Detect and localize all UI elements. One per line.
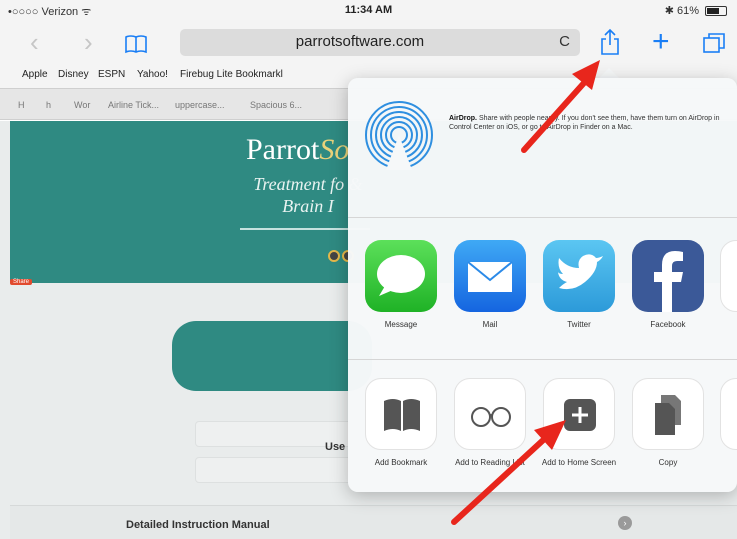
more-actions-peek[interactable] — [720, 378, 737, 450]
bookmark-link[interactable]: Disney — [58, 69, 89, 80]
action-label: Add to Home Screen — [541, 458, 617, 467]
twitter-icon — [543, 240, 615, 312]
share-to-facebook[interactable]: Facebook — [629, 240, 707, 330]
bookmark-link[interactable]: ESPN — [98, 69, 125, 80]
airdrop-body: Share with people nearby. If you don't s… — [449, 115, 720, 131]
plus-icon — [543, 378, 615, 450]
add-to-reading-list-action[interactable]: Add to Reading List — [451, 378, 529, 468]
add-bookmark-action[interactable]: Add Bookmark — [362, 378, 440, 468]
share-button[interactable]: Share — [10, 279, 33, 285]
manual-label: Detailed Instruction Manual — [126, 519, 270, 531]
status-bar: •○○○○ Verizon ᯤ 11:34 AM ✱ 61% — [0, 0, 737, 22]
message-icon — [365, 240, 437, 312]
social-icon[interactable] — [328, 250, 340, 262]
copy-icon — [632, 378, 704, 450]
action-label: Add to Reading List — [455, 458, 525, 467]
url-text: parrotsoftware.com — [295, 33, 425, 50]
site-title-accent: So — [319, 133, 350, 166]
site-title: ParrotSo — [246, 133, 349, 167]
battery-percentage: ✱ 61% — [664, 5, 699, 17]
chevron-right-icon: › — [618, 516, 632, 530]
book-icon — [365, 378, 437, 450]
airdrop-icon[interactable] — [364, 100, 434, 170]
bookmark-link[interactable]: Firebug Lite Bookmarkl — [180, 69, 283, 80]
manual-link-row[interactable]: Detailed Instruction Manual › — [10, 505, 737, 539]
back-icon[interactable]: ‹ — [30, 28, 39, 56]
add-to-home-screen-action[interactable]: Add to Home Screen — [540, 378, 618, 468]
share-strip: Share — [10, 279, 140, 289]
battery-icon — [705, 6, 727, 16]
glasses-icon — [454, 378, 526, 450]
more-apps-peek[interactable] — [720, 240, 737, 312]
copy-action[interactable]: Copy — [629, 378, 707, 468]
bookmark-link[interactable]: Apple — [22, 69, 48, 80]
address-bar[interactable]: parrotsoftware.com C — [180, 29, 580, 56]
action-label: Add Bookmark — [374, 458, 428, 467]
username-label: Use — [325, 441, 346, 453]
share-app-label: Message — [384, 320, 418, 329]
airdrop-title: AirDrop. — [449, 115, 477, 122]
share-to-message[interactable]: Message — [362, 240, 440, 330]
tab-item[interactable]: H — [18, 100, 25, 110]
share-to-twitter[interactable]: Twitter — [540, 240, 618, 330]
clock: 11:34 AM — [344, 4, 393, 16]
share-actions-row: Add Bookmark Add to Reading List Add to … — [348, 360, 737, 492]
airdrop-description: AirDrop. Share with people nearby. If yo… — [449, 114, 721, 132]
safari-toolbar: ‹ › parrotsoftware.com C + — [0, 22, 737, 62]
share-icon[interactable] — [600, 28, 620, 61]
share-to-mail[interactable]: Mail — [451, 240, 529, 330]
share-sheet: AirDrop. Share with people nearby. If yo… — [348, 78, 737, 492]
forward-icon[interactable]: › — [84, 28, 93, 56]
new-tab-icon[interactable]: + — [652, 27, 670, 57]
primary-button[interactable] — [172, 321, 372, 391]
tab-item[interactable]: Wor — [74, 100, 90, 110]
reload-icon[interactable]: C — [559, 33, 570, 50]
airdrop-section: AirDrop. Share with people nearby. If yo… — [348, 78, 737, 218]
site-title-main: Parrot — [246, 133, 320, 166]
tab-item[interactable]: Spacious 6... — [250, 100, 302, 110]
tab-item[interactable]: h — [46, 100, 51, 110]
share-app-label: Mail — [482, 320, 498, 329]
password-field[interactable] — [195, 457, 370, 483]
tab-item[interactable]: uppercase... — [175, 100, 225, 110]
mail-icon — [454, 240, 526, 312]
share-app-label: Twitter — [567, 320, 591, 329]
action-label: Copy — [658, 458, 678, 467]
share-app-label: Facebook — [650, 320, 686, 329]
facebook-icon — [632, 240, 704, 312]
tab-item[interactable]: Airline Tick... — [108, 100, 159, 110]
tabs-overview-icon[interactable] — [702, 31, 726, 59]
bookmark-link[interactable]: Yahoo! — [137, 69, 168, 80]
bookmarks-book-icon[interactable] — [124, 31, 148, 59]
share-apps-row: Message Mail Twitter Facebook — [348, 218, 737, 360]
